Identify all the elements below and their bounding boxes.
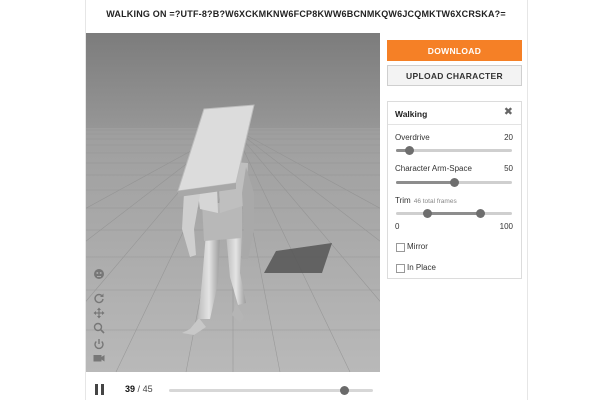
frame-counter: 39 / 45 [125,384,153,394]
overdrive-handle[interactable] [405,146,415,155]
reset-icon[interactable] [93,338,105,350]
arm-space-label: Character Arm-Space [395,164,472,173]
arm-space-handle[interactable] [449,178,459,187]
character-icon[interactable] [93,268,105,280]
page-title: WALKING ON =?UTF-8?B?W6XCKMKNW6FCP8KWW6B… [106,9,506,19]
upload-character-button[interactable]: UPLOAD CHARACTER [387,65,522,86]
mirror-label: Mirror [407,242,428,251]
playback-bar: 39 / 45 [86,376,380,400]
pause-icon-bar [101,384,104,395]
arm-space-value: 50 [504,164,513,173]
panel-header: Walking ✖ [388,102,521,125]
3d-viewport[interactable] [86,33,380,372]
trim-label: Trim 46 total frames [395,196,457,205]
in-place-checkbox[interactable] [396,264,405,273]
trim-frames-note: 46 total frames [413,198,457,205]
animation-settings-panel: Walking ✖ Overdrive 20 Character Arm-Spa… [387,101,522,279]
camera-icon[interactable] [93,352,105,364]
trim-range-fill [427,212,481,215]
mirror-checkbox[interactable] [396,243,405,252]
trim-title: Trim [395,196,411,205]
timeline-handle[interactable] [339,386,349,395]
trim-start-handle[interactable] [422,209,432,218]
current-frame: 39 [125,384,136,394]
frame-separator: / [137,384,141,394]
overdrive-slider[interactable] [396,146,512,155]
pause-icon [95,384,98,395]
in-place-label: In Place [407,263,436,272]
right-frame-line [527,0,528,400]
total-frames: 45 [142,384,153,394]
pause-button[interactable] [95,384,105,395]
trim-end-handle[interactable] [476,209,486,218]
close-icon[interactable]: ✖ [504,107,513,118]
arm-space-fill [396,181,454,184]
viewport-scene [86,33,380,372]
rotate-icon[interactable] [93,292,105,304]
overdrive-value: 20 [504,133,513,142]
download-button[interactable]: DOWNLOAD [387,40,522,61]
overdrive-label: Overdrive [395,133,430,142]
zoom-icon[interactable] [93,322,105,334]
timeline-slider[interactable] [169,386,373,395]
pan-icon[interactable] [93,307,105,319]
trim-start-value: 0 [395,222,400,231]
panel-title: Walking [395,109,428,119]
trim-range-slider[interactable] [396,209,512,218]
trim-end-value: 100 [499,222,513,231]
arm-space-slider[interactable] [396,178,512,187]
